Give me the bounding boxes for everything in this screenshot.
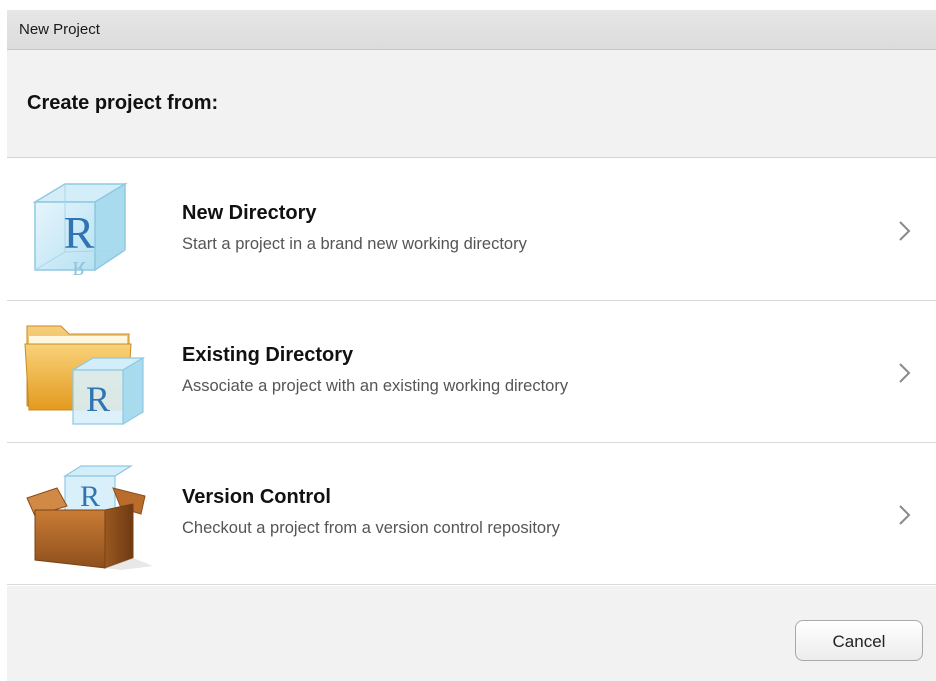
option-description: Checkout a project from a version contro…: [182, 519, 560, 537]
header-title: Create project from:: [27, 92, 219, 114]
option-version-control[interactable]: R Version Control Checkout a project fro…: [7, 444, 936, 585]
option-title: New Directory: [182, 202, 317, 224]
chevron-right-icon: [899, 505, 911, 525]
svg-text:R: R: [86, 379, 110, 419]
r-cube-icon: R R: [32, 182, 128, 279]
option-description: Start a project in a brand new working d…: [182, 235, 527, 253]
title-bar[interactable]: New Project: [7, 10, 936, 50]
svg-text:R: R: [64, 207, 95, 258]
svg-text:R: R: [72, 257, 86, 279]
option-existing-directory[interactable]: R Existing Directory Associate a project…: [7, 302, 936, 443]
option-new-directory[interactable]: R R New Directory Start a project in a b…: [7, 160, 936, 301]
dialog-header: Create project from:: [7, 50, 936, 158]
svg-text:R: R: [80, 480, 100, 513]
box-r-cube-icon: R: [26, 465, 153, 570]
window-title: New Project: [19, 21, 100, 38]
option-title: Version Control: [182, 486, 331, 508]
option-title: Existing Directory: [182, 344, 354, 366]
cancel-button[interactable]: Cancel: [795, 620, 923, 661]
chevron-right-icon: [899, 221, 911, 241]
new-project-dialog: New Project Create project from: R R New…: [0, 0, 936, 681]
option-description: Associate a project with an existing wor…: [182, 377, 569, 395]
chevron-right-icon: [899, 363, 911, 383]
folder-r-cube-icon: R: [24, 325, 146, 426]
dialog-footer: Cancel: [7, 586, 936, 681]
